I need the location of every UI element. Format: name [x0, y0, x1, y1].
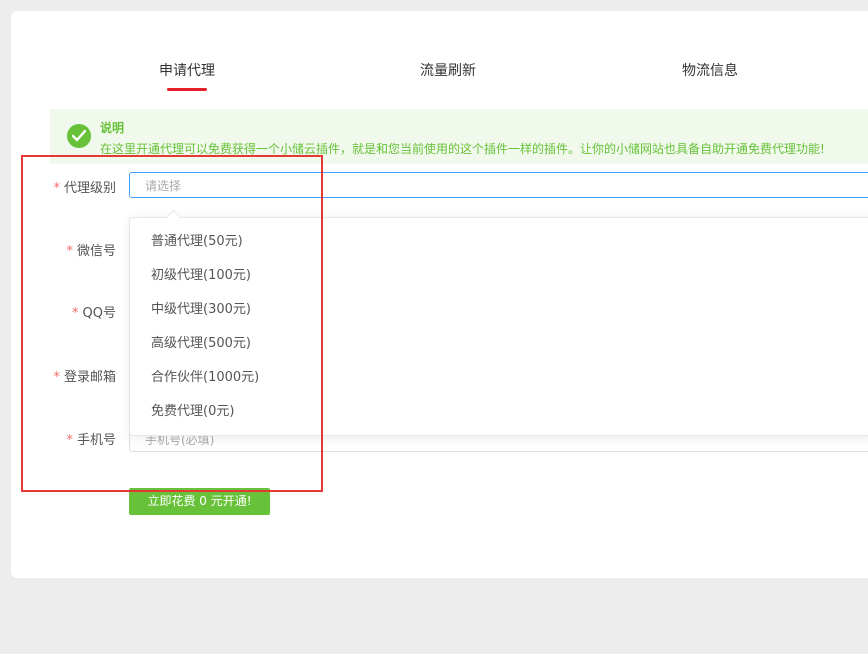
- tab-logistics-info[interactable]: 物流信息: [682, 60, 738, 80]
- highlight-box: [21, 155, 323, 492]
- submit-button[interactable]: 立即花费 0 元开通!: [129, 488, 270, 515]
- tab-traffic-refresh[interactable]: 流量刷新: [420, 60, 476, 80]
- tab-apply-agent[interactable]: 申请代理: [159, 60, 215, 91]
- check-circle-icon: [67, 124, 91, 148]
- notice-title: 说明: [100, 121, 125, 135]
